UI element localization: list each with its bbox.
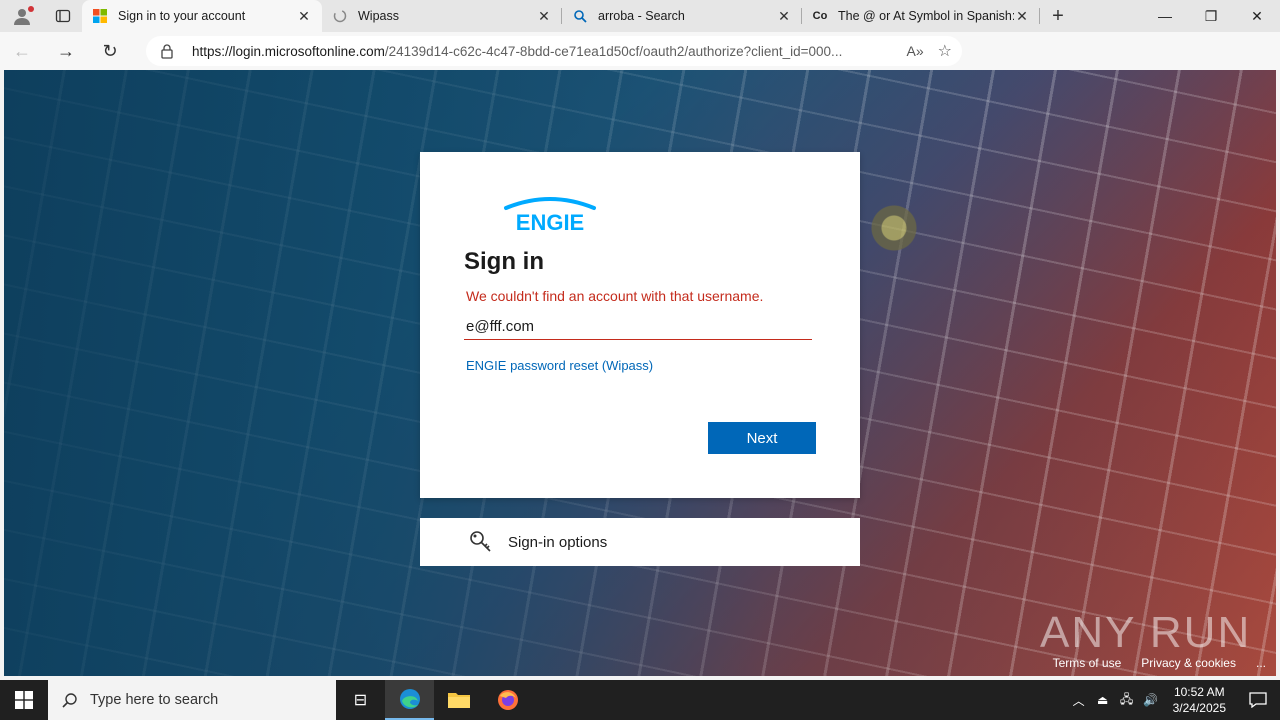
show-hidden-icons-button[interactable]: ︿ bbox=[1067, 692, 1091, 709]
tab-wipass[interactable]: Wipass ✕ bbox=[322, 0, 562, 32]
forward-button[interactable]: → bbox=[44, 32, 88, 70]
clock[interactable]: 10:52 AM 3/24/2025 bbox=[1173, 684, 1226, 716]
search-icon bbox=[572, 8, 588, 24]
close-tab-icon[interactable]: ✕ bbox=[1014, 8, 1030, 25]
anyrun-watermark: ANY RUN bbox=[1040, 608, 1252, 657]
password-reset-link[interactable]: ENGIE password reset (Wipass) bbox=[466, 358, 816, 373]
tab-actions-icon bbox=[55, 9, 71, 23]
favorite-star-icon[interactable]: ☆ bbox=[938, 41, 952, 61]
minimize-button[interactable]: — bbox=[1142, 0, 1188, 32]
usb-icon[interactable]: ⏏ bbox=[1091, 693, 1115, 707]
taskbar-search-box[interactable]: Type here to search bbox=[48, 680, 336, 720]
error-message: We couldn't find an account with that us… bbox=[466, 288, 764, 304]
chevron-up-icon: ︿ bbox=[1072, 693, 1085, 708]
url-text: https://login.microsoftonline.com/24139d… bbox=[192, 44, 882, 59]
start-button[interactable] bbox=[0, 680, 48, 720]
key-icon bbox=[470, 531, 491, 552]
address-bar-actions: A» ☆ bbox=[907, 36, 952, 66]
microsoft-logo-icon bbox=[92, 8, 108, 24]
tab-title: Wipass bbox=[358, 9, 399, 23]
task-view-icon: ⊟ bbox=[353, 692, 368, 709]
refresh-icon: ↻ bbox=[102, 40, 118, 61]
sign-in-options-button[interactable]: Sign-in options bbox=[420, 518, 860, 566]
task-view-button[interactable]: ⊟ bbox=[336, 680, 385, 720]
windows-logo-icon bbox=[15, 691, 33, 709]
new-tab-button[interactable]: + bbox=[1040, 0, 1076, 32]
clock-time: 10:52 AM bbox=[1173, 685, 1225, 699]
sign-in-card: ENGIE Sign in We couldn't find an accoun… bbox=[420, 152, 860, 498]
url-host: https://login.microsoftonline.com bbox=[192, 43, 385, 59]
notification-icon bbox=[1249, 692, 1267, 708]
close-window-button[interactable]: ✕ bbox=[1234, 0, 1280, 32]
notification-dot bbox=[28, 6, 34, 12]
file-explorer-button[interactable] bbox=[434, 680, 483, 720]
windows-taskbar: Type here to search ⊟ ︿ ⏏ 🖧 🔊 10:52 AM 3… bbox=[0, 680, 1280, 720]
lock-icon bbox=[160, 43, 182, 59]
engie-logo-text: ENGIE bbox=[516, 210, 584, 235]
restore-button[interactable]: ❐ bbox=[1188, 0, 1234, 32]
taskbar-apps: ⊟ bbox=[336, 680, 532, 720]
clock-date: 3/24/2025 bbox=[1172, 701, 1226, 715]
profile-button[interactable] bbox=[0, 0, 44, 32]
folder-icon bbox=[447, 693, 470, 708]
arrow-right-icon: → bbox=[57, 40, 75, 61]
edge-icon bbox=[399, 689, 420, 709]
tab-title: The @ or At Symbol in Spanish: H bbox=[838, 9, 1014, 23]
site-favicon-icon: Co bbox=[812, 10, 828, 22]
next-button[interactable]: Next bbox=[708, 422, 816, 454]
more-options-link[interactable]: ... bbox=[1256, 656, 1266, 670]
volume-icon[interactable]: 🔊 bbox=[1139, 693, 1163, 707]
tab-title: Sign in to your account bbox=[118, 9, 246, 23]
network-icon[interactable]: 🖧 bbox=[1115, 690, 1139, 711]
tab-sign-in[interactable]: Sign in to your account ✕ bbox=[82, 0, 322, 32]
url-path: /24139d14-c62c-4c47-8bdd-ce71ea1d50cf/oa… bbox=[384, 43, 843, 59]
tab-title: arroba - Search bbox=[598, 9, 685, 23]
browser-toolbar: ← → ↻ https://login.microsoftonline.com/… bbox=[0, 32, 1280, 92]
browser-tab-strip: Sign in to your account ✕ Wipass ✕ arrob… bbox=[0, 0, 1280, 32]
close-tab-icon[interactable]: ✕ bbox=[776, 8, 792, 25]
firefox-button[interactable] bbox=[483, 680, 532, 720]
tab-at-symbol[interactable]: Co The @ or At Symbol in Spanish: H ✕ bbox=[802, 0, 1040, 32]
window-controls: — ❐ ✕ bbox=[1142, 0, 1280, 32]
loading-icon bbox=[332, 8, 348, 24]
notifications-button[interactable] bbox=[1236, 692, 1280, 708]
search-icon bbox=[62, 693, 77, 708]
sign-in-options-label: Sign-in options bbox=[508, 533, 608, 551]
tab-arroba-search[interactable]: arroba - Search ✕ bbox=[562, 0, 802, 32]
page-title: Sign in bbox=[464, 248, 544, 275]
edge-taskbar-button[interactable] bbox=[385, 680, 434, 720]
plus-icon: + bbox=[1052, 4, 1064, 27]
username-input[interactable] bbox=[464, 314, 812, 340]
back-button[interactable]: ← bbox=[0, 32, 44, 70]
read-aloud-icon[interactable]: A» bbox=[907, 43, 924, 59]
close-tab-icon[interactable]: ✕ bbox=[536, 8, 552, 25]
page-viewport: ENGIE Sign in We couldn't find an accoun… bbox=[4, 70, 1276, 676]
terms-link[interactable]: Terms of use bbox=[1053, 656, 1122, 670]
privacy-link[interactable]: Privacy & cookies bbox=[1141, 656, 1236, 670]
engie-logo: ENGIE bbox=[500, 196, 816, 236]
close-tab-icon[interactable]: ✕ bbox=[296, 8, 312, 25]
system-tray: ︿ ⏏ 🖧 🔊 10:52 AM 3/24/2025 bbox=[1067, 680, 1280, 720]
arrow-left-icon: ← bbox=[13, 40, 31, 61]
page-footer: Terms of use Privacy & cookies ... bbox=[1053, 656, 1266, 670]
address-bar[interactable]: https://login.microsoftonline.com/24139d… bbox=[146, 36, 962, 66]
tab-actions-button[interactable] bbox=[44, 0, 82, 32]
taskbar-search-placeholder: Type here to search bbox=[90, 692, 219, 708]
background-worker-figure bbox=[866, 200, 936, 270]
firefox-icon bbox=[497, 690, 518, 710]
refresh-button[interactable]: ↻ bbox=[88, 32, 132, 70]
